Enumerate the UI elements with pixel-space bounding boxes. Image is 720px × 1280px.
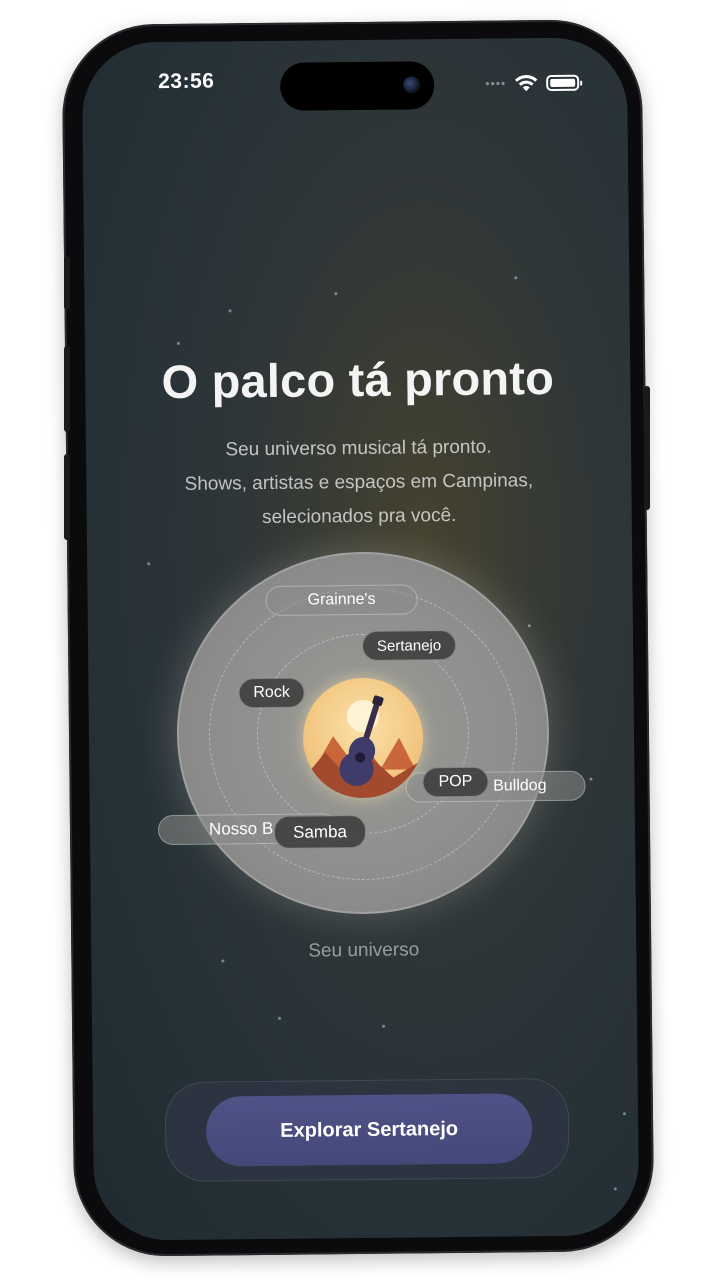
universe-caption: Seu universo: [308, 939, 420, 962]
chip-label: Nosso B: [208, 818, 274, 839]
phone-power-button: [644, 386, 650, 510]
wifi-icon: [514, 75, 538, 92]
star-decoration: [228, 309, 232, 313]
chip-label: Bulldog: [493, 777, 547, 795]
status-icons: ••••: [485, 74, 583, 93]
phone-volume-down-button: [64, 454, 70, 540]
star-decoration: [277, 1016, 281, 1020]
subtitle-line: Shows, artistas e espaços em Campinas,: [184, 470, 534, 495]
chip-grainnes[interactable]: Grainne's: [265, 584, 418, 616]
subtitle-line: selecionados pra você.: [261, 504, 457, 529]
cta-panel: Explorar Sertanejo: [164, 1077, 570, 1183]
battery-level: [550, 78, 576, 87]
status-time: 23:56: [158, 69, 215, 94]
chip-label: Rock: [253, 683, 290, 702]
star-decoration: [589, 777, 593, 781]
explore-button[interactable]: Explorar Sertanejo: [205, 1093, 533, 1167]
chip-rock[interactable]: Rock: [238, 677, 305, 709]
subtitle-line: Seu universo musical tá pronto.: [225, 436, 492, 461]
chip-label: Grainne's: [307, 590, 376, 609]
star-decoration: [334, 292, 338, 296]
star-decoration: [527, 624, 531, 628]
star-decoration: [382, 1024, 386, 1028]
page-subtitle: Seu universo musical tá pronto. Shows, a…: [86, 429, 632, 537]
chip-sertanejo[interactable]: Sertanejo: [361, 630, 457, 661]
app-screen: 23:56 •••• O palco tá pronto Seu univers…: [81, 37, 640, 1241]
guitar-landscape-icon[interactable]: [302, 677, 424, 799]
star-decoration: [176, 341, 180, 345]
battery-cap: [580, 80, 583, 86]
star-decoration: [613, 1187, 617, 1191]
chip-samba[interactable]: Samba: [273, 814, 367, 849]
star-decoration: [514, 276, 518, 280]
phone-volume-up-button: [64, 346, 70, 432]
signal-dots-icon: ••••: [485, 76, 507, 91]
chip-label: POP: [438, 772, 473, 791]
camera-icon: [403, 76, 421, 94]
chip-label: Sertanejo: [376, 636, 442, 655]
phone-side-button: [64, 256, 70, 310]
dynamic-island: [279, 61, 435, 111]
page-title: O palco tá pronto: [161, 350, 555, 409]
chip-pop[interactable]: POP: [422, 766, 489, 798]
star-decoration: [622, 1112, 627, 1116]
chip-label: Samba: [292, 821, 348, 842]
battery-icon: [546, 74, 583, 92]
star-decoration: [147, 562, 151, 566]
